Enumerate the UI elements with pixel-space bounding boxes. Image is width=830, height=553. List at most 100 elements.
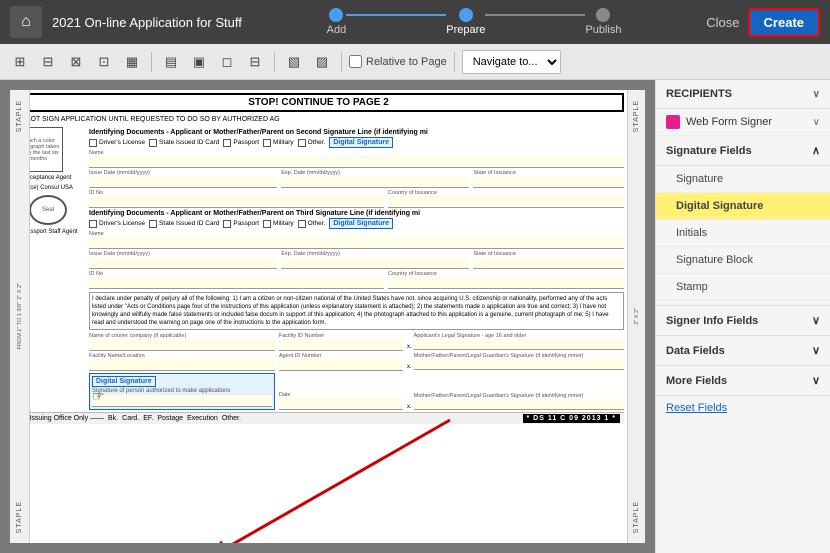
other-2[interactable]: Other.: [298, 220, 326, 228]
toolbar-icon-8[interactable]: ◻: [215, 50, 239, 74]
date-area: Date: [279, 392, 403, 410]
recipient-chevron: ∨: [813, 117, 820, 128]
toolbar-icon-2[interactable]: ⊟: [36, 50, 60, 74]
close-button[interactable]: Close: [706, 15, 739, 30]
issuing-office-label: For Issuing Office Only ——: [17, 415, 104, 422]
toolbar-separator-1: [151, 52, 152, 72]
date-row-2: Issue Date (mm/dd/yyyy) Exp. Date (mm/dd…: [89, 251, 624, 269]
steps-container: Add Prepare Publish: [252, 8, 696, 36]
toolbar-separator-2: [274, 52, 275, 72]
toolbar-icon-11[interactable]: ▨: [310, 50, 334, 74]
sig-field-digital-label: Digital Signature: [676, 200, 763, 212]
step-publish[interactable]: Publish: [585, 8, 621, 36]
toolbar-icon-7[interactable]: ▣: [187, 50, 211, 74]
toolbar-icon-4[interactable]: ⊡: [92, 50, 116, 74]
app-title: 2021 On-line Application for Stuff: [52, 15, 242, 30]
name-row-1: Name: [89, 150, 624, 168]
sig-field-initials[interactable]: Initials: [656, 220, 830, 247]
other-label: Other.: [222, 415, 241, 422]
data-fields-label: Data Fields: [666, 345, 725, 357]
recipient-item[interactable]: Web Form Signer ∨: [656, 109, 830, 136]
section1-title: Identifying Documents - Applicant or Mot…: [89, 129, 624, 136]
drivers-license-2[interactable]: Driver's License: [89, 220, 145, 228]
passport-label: Passport Staff Agent: [23, 229, 78, 235]
digital-sig-badge-2: Digital Signature: [329, 218, 393, 229]
toolbar-icon-6[interactable]: ▤: [159, 50, 183, 74]
document-area: STAPLE 2" X 2" FROM 1" TO 1 3/8" STAPLE …: [0, 80, 655, 553]
stop-banner: STOP! CONTINUE TO PAGE 2: [13, 93, 624, 112]
seal-label: Seal: [42, 207, 54, 213]
military-1[interactable]: Military: [263, 139, 294, 147]
bk-label: Bk.: [108, 415, 118, 422]
recipient-name: Web Form Signer: [686, 116, 772, 128]
right-doc-col: Identifying Documents - Applicant or Mot…: [89, 127, 624, 410]
declaration-text: I declare under penalty of perjury all o…: [89, 292, 624, 330]
sig-person-label: Signature of person authorized to make a…: [92, 388, 272, 394]
barcode-text: * DS 11 C 09 2013 1 *: [523, 414, 621, 423]
more-fields-label: More Fields: [666, 375, 727, 387]
passport-2[interactable]: Passport: [223, 220, 259, 228]
sig-field-sigblock-label: Signature Block: [676, 254, 753, 266]
step-prepare[interactable]: Prepare: [446, 8, 485, 36]
postage-label: Postage: [157, 415, 183, 422]
idno-row-1: ID No Country of Issuance: [89, 190, 624, 208]
toolbar-icon-3[interactable]: ⊠: [64, 50, 88, 74]
toolbar-icon-1[interactable]: ⊞: [8, 50, 32, 74]
guardian2-field[interactable]: [414, 399, 624, 409]
bottom-row-2: Facility Name/Location Agent ID Number x…: [89, 353, 624, 371]
reset-fields-link[interactable]: Reset Fields: [656, 396, 830, 420]
sig-field-stamp[interactable]: Stamp: [656, 274, 830, 301]
legal-sig-field[interactable]: [414, 339, 624, 349]
state-id-2[interactable]: State Issued ID Card: [149, 220, 219, 228]
card-label: Card.: [122, 415, 139, 422]
ds-field-input[interactable]: ☞: [92, 395, 272, 407]
home-button[interactable]: ⌂: [10, 6, 42, 38]
ds-container: Digital Signature Signature of person au…: [89, 373, 275, 410]
sig-field-sigblock[interactable]: Signature Block: [656, 247, 830, 274]
toolbar-icon-9[interactable]: ⊟: [243, 50, 267, 74]
sig-field-signature[interactable]: Signature: [656, 166, 830, 193]
staple-bottom-label: STAPLE: [16, 501, 23, 533]
military-2[interactable]: Military: [263, 220, 294, 228]
passport-1[interactable]: Passport: [223, 139, 259, 147]
staple-left: STAPLE 2" X 2" FROM 1" TO 1 3/8" STAPLE: [10, 90, 30, 543]
toolbar-icon-10[interactable]: ▧: [282, 50, 306, 74]
size-right-label: 2" X 2": [634, 308, 640, 325]
guardian2-col: x. Mother/Father/Parent/Legal Guardian's…: [407, 393, 624, 410]
right-panel: RECIPIENTS ∨ Web Form Signer ∨ Signature…: [655, 80, 830, 553]
recipients-header[interactable]: RECIPIENTS ∨: [656, 80, 830, 109]
warning-text: DO NOT SIGN APPLICATION UNTIL REQUESTED …: [13, 115, 624, 124]
data-fields-header[interactable]: Data Fields ∨: [656, 335, 830, 366]
recipients-chevron: ∨: [813, 89, 820, 100]
recipient-color-dot: [666, 115, 680, 129]
ds-sig-area: Digital Signature Signature of person au…: [89, 373, 275, 410]
name-row-2: Name: [89, 231, 624, 249]
other-1[interactable]: Other.: [298, 139, 326, 147]
acceptance-label: Acceptance Agent: [23, 175, 71, 181]
toolbar-icon-5[interactable]: ▦: [120, 50, 144, 74]
signature-fields-header[interactable]: Signature Fields ∧: [656, 136, 830, 166]
staple-right-bottom: STAPLE: [633, 501, 640, 533]
ef-label: EF.: [143, 415, 153, 422]
guardian1-field[interactable]: [414, 359, 624, 369]
main-area: STAPLE 2" X 2" FROM 1" TO 1 3/8" STAPLE …: [0, 80, 830, 553]
sig-fields-chevron: ∧: [812, 144, 820, 157]
relative-to-page-checkbox[interactable]: [349, 55, 362, 68]
state-id-1[interactable]: State Issued ID Card: [149, 139, 219, 147]
data-fields-chevron: ∨: [812, 344, 820, 357]
sig-field-signature-label: Signature: [676, 173, 723, 185]
step-add[interactable]: Add: [327, 8, 347, 36]
create-button[interactable]: Create: [748, 8, 820, 37]
ds-row: Digital Signature Signature of person au…: [89, 373, 624, 410]
signer-info-label: Signer Info Fields: [666, 315, 758, 327]
toolbar: ⊞ ⊟ ⊠ ⊡ ▦ ▤ ▣ ◻ ⊟ ▧ ▨ Relative to Page N…: [0, 44, 830, 80]
drivers-license-1[interactable]: Driver's License: [89, 139, 145, 147]
more-fields-header[interactable]: More Fields ∨: [656, 365, 830, 396]
state-1: State of Issuance: [473, 170, 624, 188]
digital-sig-badge-1: Digital Signature: [329, 137, 393, 148]
sig-field-digital[interactable]: Digital Signature: [656, 193, 830, 220]
navigate-select[interactable]: Navigate to...: [462, 50, 561, 74]
doc-main: STOP! CONTINUE TO PAGE 2 DO NOT SIGN APP…: [10, 90, 627, 543]
sig-field-stamp-label: Stamp: [676, 281, 708, 293]
signer-info-header[interactable]: Signer Info Fields ∨: [656, 305, 830, 336]
